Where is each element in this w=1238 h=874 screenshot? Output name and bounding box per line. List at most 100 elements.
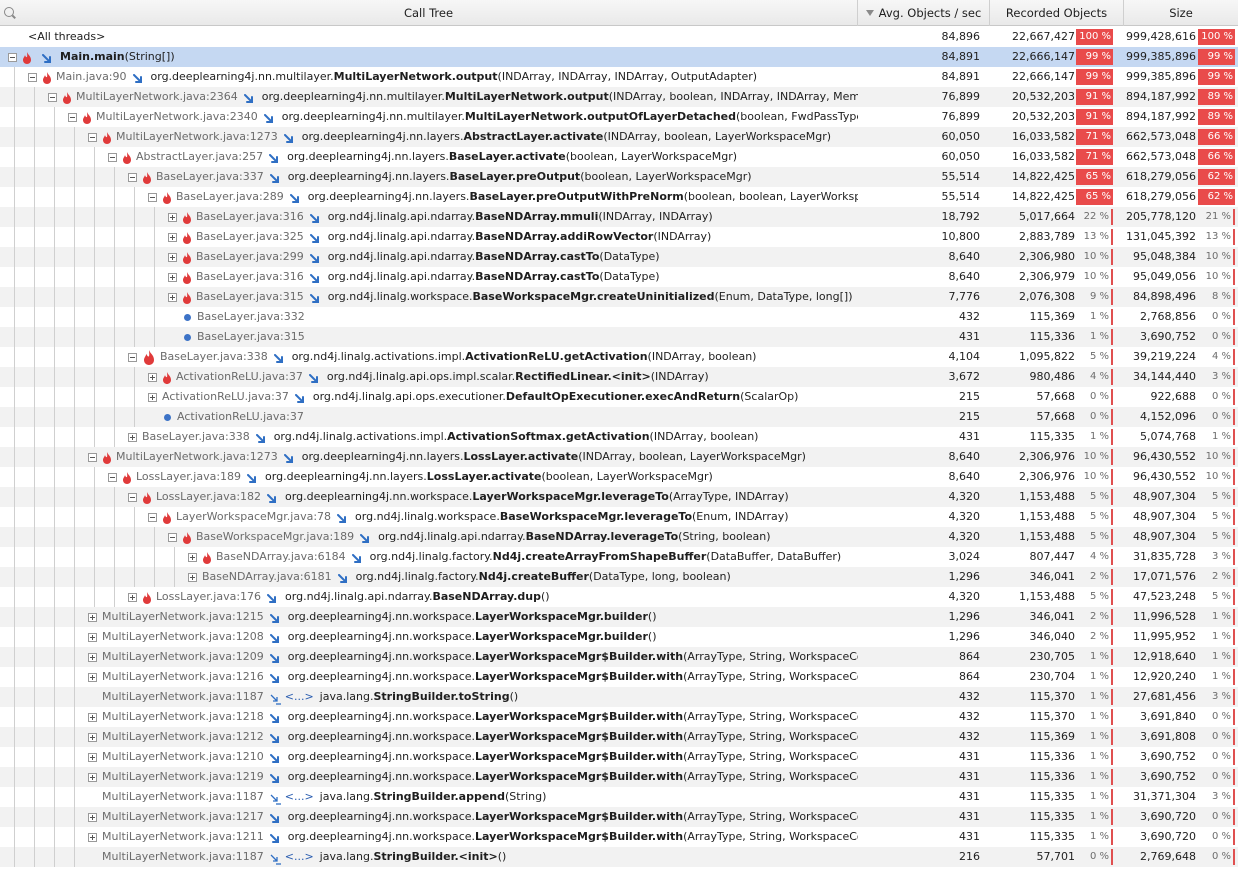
call-tree-cell[interactable]: ActivationReLU.java:37 org.nd4j.linalg.ap… (0, 367, 858, 387)
call-tree-node[interactable]: MultiLayerNetwork.java:1273 org.deeplearn… (88, 447, 806, 467)
call-tree-cell[interactable]: MultiLayerNetwork.java:1187 <...> java.lan… (0, 847, 858, 867)
call-tree-cell[interactable]: Main.main(String[]) (0, 47, 858, 67)
call-tree-cell[interactable]: BaseWorkspaceMgr.java:189 org.nd4j.linalg… (0, 527, 858, 547)
column-header-avg-objects[interactable]: Avg. Objects / sec (858, 0, 990, 26)
table-row[interactable]: MultiLayerNetwork.java:1187 <...> java.lan… (0, 687, 1238, 707)
expand-toggle-icon[interactable] (88, 732, 97, 742)
call-tree-node[interactable]: BaseNDArray.java:6181 org.nd4j.linalg.fac… (188, 567, 731, 587)
collapse-toggle-icon[interactable] (108, 152, 117, 162)
table-row[interactable]: BaseNDArray.java:6181 org.nd4j.linalg.fac… (0, 567, 1238, 587)
expand-toggle-icon[interactable] (128, 592, 137, 602)
expand-toggle-icon[interactable] (88, 712, 97, 722)
search-icon[interactable] (4, 7, 14, 17)
call-tree-cell[interactable]: MultiLayerNetwork.java:1209 org.deeplearn… (0, 647, 858, 667)
call-tree-node[interactable]: MultiLayerNetwork.java:1209 org.deeplearn… (88, 647, 858, 667)
column-header-size[interactable]: Size (1124, 0, 1238, 26)
expand-toggle-icon[interactable] (88, 832, 97, 842)
call-tree-node[interactable]: ActivationReLU.java:37 org.nd4j.linalg.ap… (148, 367, 709, 387)
table-row[interactable]: LossLayer.java:182 org.deeplearning4j.nn.… (0, 487, 1238, 507)
call-tree-cell[interactable]: BaseNDArray.java:6184 org.nd4j.linalg.fac… (0, 547, 858, 567)
call-tree-cell[interactable]: ActivationReLU.java:37 org.nd4j.linalg.ap… (0, 387, 858, 407)
expand-toggle-icon[interactable] (168, 292, 177, 302)
table-row[interactable]: MultiLayerNetwork.java:1208 org.deeplearn… (0, 627, 1238, 647)
table-row[interactable]: MultiLayerNetwork.java:1216 org.deeplearn… (0, 667, 1238, 687)
call-tree-cell[interactable]: LossLayer.java:182 org.deeplearning4j.nn.… (0, 487, 858, 507)
call-tree-node[interactable]: BaseLayer.java:299 org.nd4j.linalg.api.nd… (168, 247, 660, 267)
table-row[interactable]: BaseNDArray.java:6184 org.nd4j.linalg.fac… (0, 547, 1238, 567)
table-row[interactable]: LossLayer.java:176 org.nd4j.linalg.api.nd… (0, 587, 1238, 607)
call-tree-cell[interactable]: LossLayer.java:189 org.deeplearning4j.nn.… (0, 467, 858, 487)
table-row[interactable]: MultiLayerNetwork.java:1209 org.deeplearn… (0, 647, 1238, 667)
expand-toggle-icon[interactable] (188, 552, 197, 562)
call-tree-cell[interactable]: MultiLayerNetwork.java:1218 org.deeplearn… (0, 707, 858, 727)
table-row[interactable]: BaseLayer.java:316 org.nd4j.linalg.api.nd… (0, 267, 1238, 287)
collapse-toggle-icon[interactable] (28, 72, 37, 82)
collapse-toggle-icon[interactable] (128, 492, 137, 502)
collapse-toggle-icon[interactable] (168, 532, 177, 542)
table-row[interactable]: LayerWorkspaceMgr.java:78 org.nd4j.linalg… (0, 507, 1238, 527)
expand-toggle-icon[interactable] (168, 212, 177, 222)
call-tree-node[interactable]: LossLayer.java:182 org.deeplearning4j.nn.… (128, 487, 789, 507)
call-tree-node[interactable]: BaseLayer.java:316 org.nd4j.linalg.api.nd… (168, 207, 713, 227)
table-row[interactable]: Main.java:90 org.deeplearning4j.nn.multil… (0, 67, 1238, 87)
call-tree-node[interactable]: MultiLayerNetwork.java:1217 org.deeplearn… (88, 807, 858, 827)
call-tree-node[interactable]: BaseNDArray.java:6184 org.nd4j.linalg.fac… (188, 547, 841, 567)
table-row[interactable]: ActivationReLU.java:37 org.nd4j.linalg.ap… (0, 367, 1238, 387)
table-row[interactable]: BaseLayer.java:338 org.nd4j.linalg.activa… (0, 347, 1238, 367)
column-header-recorded-objects[interactable]: Recorded Objects (990, 0, 1124, 26)
call-tree-cell[interactable]: <All threads> (0, 27, 858, 47)
call-tree-node[interactable]: AbstractLayer.java:257 org.deeplearning4j… (108, 147, 737, 167)
call-tree-cell[interactable]: MultiLayerNetwork.java:1219 org.deeplearn… (0, 767, 858, 787)
table-row[interactable]: MultiLayerNetwork.java:1215 org.deeplearn… (0, 607, 1238, 627)
table-row[interactable]: MultiLayerNetwork.java:1273 org.deeplearn… (0, 127, 1238, 147)
call-tree-cell[interactable]: MultiLayerNetwork.java:1273 org.deeplearn… (0, 127, 858, 147)
call-tree-node[interactable]: MultiLayerNetwork.java:1187 <...> java.lan… (88, 847, 506, 867)
call-tree-cell[interactable]: BaseLayer.java:338 org.nd4j.linalg.activa… (0, 427, 858, 447)
collapse-toggle-icon[interactable] (128, 352, 137, 362)
call-tree-node[interactable]: BaseLayer.java:316 org.nd4j.linalg.api.nd… (168, 267, 660, 287)
call-tree-node[interactable]: BaseLayer.java:315 (168, 327, 311, 347)
expand-toggle-icon[interactable] (148, 392, 157, 402)
table-row[interactable]: ActivationReLU.java:37 org.nd4j.linalg.ap… (0, 387, 1238, 407)
call-tree-table[interactable]: <All threads> 84,896 22,667,427 100 % 999,42… (0, 27, 1238, 874)
table-row[interactable]: MultiLayerNetwork.java:1212 org.deeplearn… (0, 727, 1238, 747)
table-row[interactable]: BaseLayer.java:332 432 115,369 1 % 2,768,856… (0, 307, 1238, 327)
call-tree-node[interactable]: ActivationReLU.java:37 org.nd4j.linalg.ap… (148, 387, 798, 407)
expand-toggle-icon[interactable] (88, 752, 97, 762)
call-tree-node[interactable]: MultiLayerNetwork.java:1216 org.deeplearn… (88, 667, 858, 687)
call-tree-cell[interactable]: BaseLayer.java:332 (0, 307, 858, 327)
table-row[interactable]: <All threads> 84,896 22,667,427 100 % 999,42… (0, 27, 1238, 47)
expand-toggle-icon[interactable] (128, 432, 137, 442)
call-tree-node[interactable]: MultiLayerNetwork.java:2340 org.deeplearn… (68, 107, 858, 127)
call-tree-cell[interactable]: MultiLayerNetwork.java:1215 org.deeplearn… (0, 607, 858, 627)
call-tree-node[interactable]: MultiLayerNetwork.java:1210 org.deeplearn… (88, 747, 858, 767)
expand-toggle-icon[interactable] (188, 572, 197, 582)
call-tree-node[interactable]: MultiLayerNetwork.java:1187 <...> java.lan… (88, 787, 546, 807)
call-tree-node[interactable]: LossLayer.java:176 org.nd4j.linalg.api.nd… (128, 587, 550, 607)
table-row[interactable]: MultiLayerNetwork.java:1211 org.deeplearn… (0, 827, 1238, 847)
table-row[interactable]: BaseLayer.java:338 org.nd4j.linalg.activa… (0, 427, 1238, 447)
table-row[interactable]: MultiLayerNetwork.java:1218 org.deeplearn… (0, 707, 1238, 727)
call-tree-node[interactable]: Main.main(String[]) (8, 47, 175, 67)
table-row[interactable]: LossLayer.java:189 org.deeplearning4j.nn.… (0, 467, 1238, 487)
collapse-toggle-icon[interactable] (108, 472, 117, 482)
call-tree-cell[interactable]: MultiLayerNetwork.java:2364 org.deeplearn… (0, 87, 858, 107)
call-tree-node[interactable]: MultiLayerNetwork.java:1273 org.deeplearn… (88, 127, 831, 147)
call-tree-node[interactable]: LossLayer.java:189 org.deeplearning4j.nn.… (108, 467, 713, 487)
collapse-toggle-icon[interactable] (148, 192, 157, 202)
call-tree-cell[interactable]: BaseLayer.java:338 org.nd4j.linalg.activa… (0, 347, 858, 367)
table-row[interactable]: BaseLayer.java:337 org.deeplearning4j.nn.… (0, 167, 1238, 187)
call-tree-cell[interactable]: BaseLayer.java:315 (0, 327, 858, 347)
call-tree-node[interactable]: <All threads> (8, 27, 105, 47)
table-row[interactable]: Main.main(String[]) 84,891 22,666,147 99 % 9… (0, 47, 1238, 67)
expand-toggle-icon[interactable] (168, 272, 177, 282)
call-tree-node[interactable]: MultiLayerNetwork.java:1187 <...> java.lan… (88, 687, 518, 707)
table-row[interactable]: MultiLayerNetwork.java:2364 org.deeplearn… (0, 87, 1238, 107)
call-tree-cell[interactable]: Main.java:90 org.deeplearning4j.nn.multil… (0, 67, 858, 87)
table-row[interactable]: MultiLayerNetwork.java:1210 org.deeplearn… (0, 747, 1238, 767)
expand-toggle-icon[interactable] (168, 232, 177, 242)
call-tree-cell[interactable]: BaseLayer.java:289 org.deeplearning4j.nn.… (0, 187, 858, 207)
call-tree-cell[interactable]: BaseLayer.java:316 org.nd4j.linalg.api.nd… (0, 207, 858, 227)
call-tree-cell[interactable]: MultiLayerNetwork.java:1210 org.deeplearn… (0, 747, 858, 767)
call-tree-cell[interactable]: MultiLayerNetwork.java:2340 org.deeplearn… (0, 107, 858, 127)
